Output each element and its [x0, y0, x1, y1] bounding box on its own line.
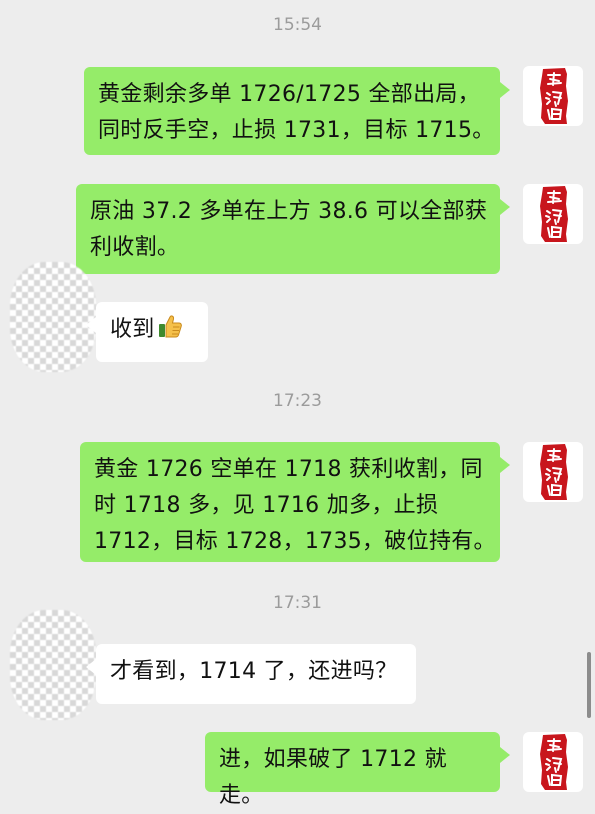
contact-avatar-blurred[interactable] — [10, 610, 96, 720]
message-text: 才看到，1714 了，还进吗？ — [110, 659, 398, 684]
message-line: 黄金 1726 空单在 1718 获利收割，同 — [94, 457, 483, 482]
my-avatar[interactable] — [523, 442, 583, 502]
message-line: 1712，目标 1728，1735，破位持有。 — [94, 529, 496, 554]
scrollbar[interactable] — [587, 652, 591, 718]
message-line: 时 1718 多，见 1716 加多，止损 — [94, 493, 439, 518]
message-line: 同时反手空，止损 1731，目标 1715。 — [98, 118, 495, 143]
my-avatar[interactable] — [523, 184, 583, 244]
message-line: 黄金剩余多单 1726/1725 全部出局， — [98, 82, 480, 107]
message-bubble-incoming[interactable]: 收到 — [86, 302, 208, 362]
message-line: 利收割。 — [90, 235, 180, 260]
message-bubble-outgoing[interactable]: 原油 37.2 多单在上方 38.6 可以全部获 利收割。 — [76, 184, 510, 274]
thumbs-up-icon — [157, 313, 183, 351]
timestamp: 15:54 — [273, 15, 322, 35]
message-bubble-outgoing[interactable]: 黄金 1726 空单在 1718 获利收割，同 时 1718 多，见 1716 … — [80, 442, 510, 562]
message-line: 原油 37.2 多单在上方 38.6 可以全部获 — [90, 199, 488, 224]
message-text: 进，如果破了 1712 就走。 — [219, 747, 447, 808]
timestamp: 17:31 — [273, 593, 322, 613]
seal-logo-icon — [540, 186, 568, 242]
my-avatar[interactable] — [523, 66, 583, 126]
message-text: 收到 — [110, 317, 155, 342]
seal-logo-icon — [540, 68, 568, 124]
timestamp: 17:23 — [273, 391, 322, 411]
seal-logo-icon — [540, 444, 568, 500]
contact-avatar-blurred[interactable] — [10, 262, 96, 372]
message-bubble-incoming[interactable]: 才看到，1714 了，还进吗？ — [86, 644, 416, 704]
message-bubble-outgoing[interactable]: 黄金剩余多单 1726/1725 全部出局， 同时反手空，止损 1731，目标 … — [84, 67, 510, 155]
my-avatar[interactable] — [523, 732, 583, 792]
message-bubble-outgoing[interactable]: 进，如果破了 1712 就走。 — [205, 732, 510, 808]
seal-logo-icon — [540, 734, 568, 790]
